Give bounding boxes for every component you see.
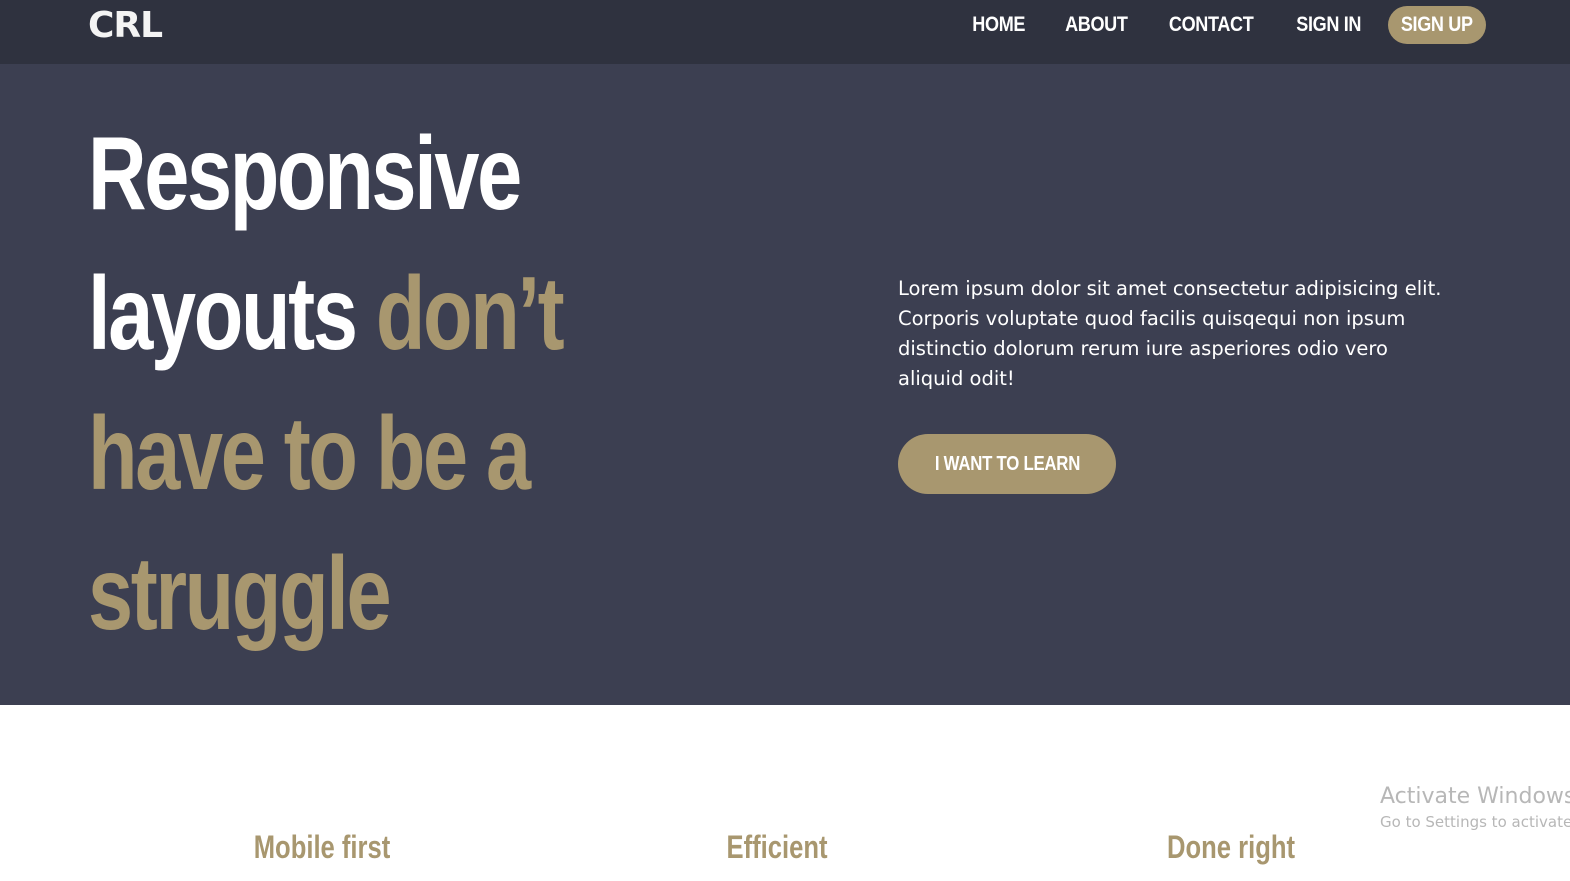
- learn-button[interactable]: I WANT TO LEARN: [898, 434, 1116, 494]
- feature-title-mobile-first: Mobile first: [253, 829, 391, 865]
- features-section: Mobile first Efficient Done right: [0, 705, 1570, 881]
- hero-section: Responsive layouts don’t have to be a st…: [0, 64, 1570, 705]
- nav-link-sign-in[interactable]: SIGN IN: [1296, 13, 1361, 37]
- headline-line-4: struggle: [88, 536, 392, 652]
- logo[interactable]: CRL: [88, 4, 163, 48]
- nav-link-home[interactable]: HOME: [973, 13, 1026, 37]
- headline-accent-word: don’t: [375, 256, 565, 372]
- headline-line-3: have to be a: [88, 396, 531, 512]
- top-navbar: CRL HOME ABOUT CONTACT SIGN IN SIGN UP: [0, 0, 1570, 64]
- nav-links: HOME ABOUT CONTACT SIGN IN SIGN UP: [938, 6, 1486, 44]
- headline-line-2: layouts don’t: [88, 244, 587, 384]
- feature-title-efficient: Efficient: [726, 829, 828, 865]
- watermark-subtitle: Go to Settings to activate Windows.: [1380, 813, 1570, 831]
- feature-title-done-right: Done right: [1167, 829, 1295, 865]
- hero-headline: Responsive layouts don’t have to be a st…: [88, 104, 728, 664]
- learn-button-label: I WANT TO LEARN: [934, 452, 1080, 475]
- activate-windows-watermark: Activate Windows Go to Settings to activ…: [1380, 783, 1570, 833]
- sign-up-button[interactable]: SIGN UP: [1388, 6, 1486, 44]
- watermark-title: Activate Windows: [1380, 784, 1570, 809]
- nav-link-about[interactable]: ABOUT: [1065, 13, 1128, 37]
- headline-white-word: layouts: [88, 256, 358, 372]
- hero-description: Lorem ipsum dolor sit amet consectetur a…: [898, 277, 1442, 390]
- sign-up-label: SIGN UP: [1401, 13, 1473, 36]
- headline-line-1: Responsive: [88, 116, 522, 232]
- nav-link-contact[interactable]: CONTACT: [1169, 13, 1254, 37]
